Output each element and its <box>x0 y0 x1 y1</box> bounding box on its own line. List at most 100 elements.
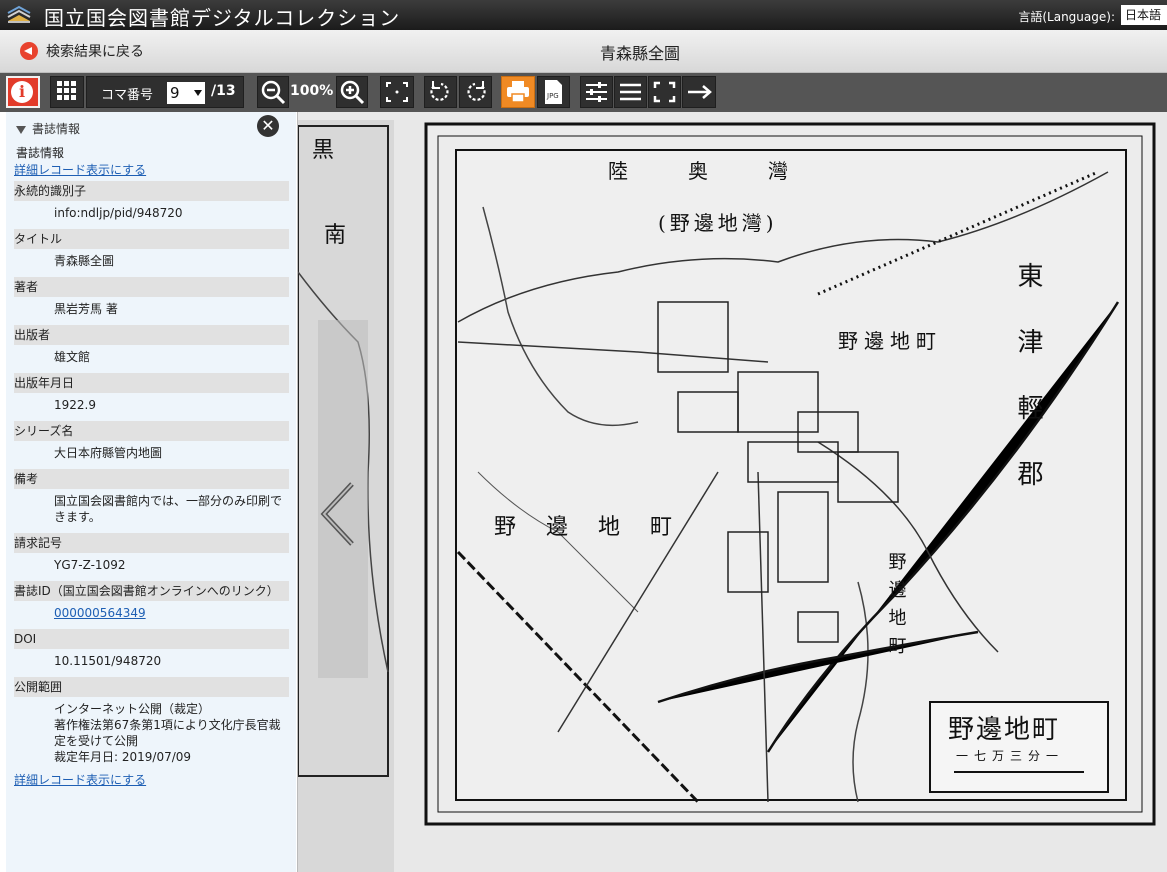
field-value: 黒岩芳馬 著 <box>14 297 289 323</box>
sliders-icon <box>586 82 607 102</box>
jpg-file-icon: JPG <box>545 80 562 104</box>
frame-number-control: コマ番号 9 /13 <box>86 76 244 108</box>
map-town-label-left: 野邊地町 <box>494 515 702 540</box>
svg-text:JPG: JPG <box>546 92 559 100</box>
field-label: 公開範囲 <box>14 677 289 697</box>
chevron-left-icon <box>320 482 354 546</box>
field-value: インターネット公開（裁定） 著作権法第67条第1項により文化庁長官裁定を受けて公開… <box>14 697 289 771</box>
field-label: 著者 <box>14 277 289 297</box>
field-value-note: 裁定年月日: 2019/07/09 <box>54 750 192 764</box>
back-arrow-icon <box>20 42 38 60</box>
language-select[interactable]: 日本語 <box>1121 5 1167 25</box>
field-value: 雄文館 <box>14 345 289 371</box>
zoom-in-icon <box>340 80 365 105</box>
detail-record-link-bottom[interactable]: 詳細レコード表示にする <box>14 771 289 789</box>
frame-number-select[interactable]: 9 <box>167 82 205 104</box>
back-to-results-label: 検索結果に戻る <box>46 44 144 60</box>
field-value: 青森縣全圖 <box>14 249 289 275</box>
map-legend-scale: 一七万三分一 <box>956 749 1064 763</box>
info-button[interactable]: i <box>6 76 40 108</box>
field-value-text: 黒岩芳馬 著 <box>54 302 118 316</box>
viewer-toolbar: i コマ番号 9 /13 JPG <box>0 73 1167 112</box>
field-value: 1922.9 <box>14 393 289 419</box>
field-value-note: 著作権法第67条第1項により文化庁長官裁定を受けて公開 <box>54 718 281 748</box>
map-legend-title: 野邊地町 <box>948 715 1060 745</box>
map-bay-title: 陸奥灣 <box>608 159 848 183</box>
field-label: 請求記号 <box>14 533 289 553</box>
rotate-left-icon <box>430 81 449 101</box>
map-scan-image[interactable]: 黒 南 陸奥灣 (野邊地灣) 野邊地町 野邊地町 野邊地町 東津輕郡 野邊地町 … <box>298 112 1167 872</box>
field-value: 大日本府縣管内地圖 <box>14 441 289 467</box>
detail-record-link-top[interactable]: 詳細レコード表示にする <box>14 161 289 179</box>
back-to-results-link[interactable]: 検索結果に戻る <box>20 41 144 61</box>
map-town-label-right: 野邊地町 <box>838 329 942 353</box>
page-direction-button[interactable] <box>682 76 716 108</box>
rotate-right-icon <box>467 81 486 101</box>
map-district-label: 東津輕郡 <box>1013 262 1043 526</box>
close-icon: ✕ <box>261 116 275 135</box>
fullscreen-icon <box>653 81 676 103</box>
field-value: 10.11501/948720 <box>14 649 289 675</box>
zoom-in-button[interactable] <box>336 76 368 108</box>
frame-number-value: 9 <box>170 84 180 102</box>
fullscreen-button[interactable] <box>648 76 681 108</box>
field-value-text: 10.11501/948720 <box>54 654 162 668</box>
triangle-down-icon <box>16 125 26 134</box>
field-value: YG7-Z-1092 <box>14 553 289 579</box>
thumbnail-grid-button[interactable] <box>50 76 84 108</box>
print-button[interactable] <box>501 76 535 108</box>
map-edge-label-2: 南 <box>324 223 346 248</box>
field-value-text: 1922.9 <box>54 398 96 412</box>
frame-total: /13 <box>211 83 236 99</box>
field-label: 永続的識別子 <box>14 181 289 201</box>
fit-screen-icon <box>386 82 408 102</box>
frame-number-label: コマ番号 <box>101 88 154 103</box>
image-viewer[interactable]: 黒 南 陸奥灣 (野邊地灣) 野邊地町 野邊地町 野邊地町 東津輕郡 野邊地町 … <box>298 112 1167 872</box>
field-value-text: YG7-Z-1092 <box>54 558 126 572</box>
field-label: 備考 <box>14 469 289 489</box>
map-town-label-center: 野邊地町 <box>886 552 907 664</box>
zoom-out-icon <box>261 80 286 105</box>
field-label: 書誌ID（国立国会図書館オンラインへのリンク） <box>14 581 289 601</box>
field-value-text: info:ndljp/pid/948720 <box>54 206 183 220</box>
app-title[interactable]: 国立国会図書館デジタルコレクション <box>44 2 400 31</box>
field-label: シリーズ名 <box>14 421 289 441</box>
printer-icon <box>507 81 529 103</box>
menu-button[interactable] <box>614 76 647 108</box>
subheader: 検索結果に戻る 青森縣全圖 <box>0 30 1167 73</box>
image-settings-button[interactable] <box>580 76 613 108</box>
app-header: 国立国会図書館デジタルコレクション 言語(Language): 日本語 <box>0 0 1167 30</box>
info-icon: i <box>11 81 33 103</box>
section-heading: 書誌情報 <box>16 146 65 160</box>
field-label: タイトル <box>14 229 289 249</box>
rotate-right-button[interactable] <box>459 76 492 108</box>
jpg-download-button[interactable]: JPG <box>537 76 570 108</box>
map-bay-subtitle: (野邊地灣) <box>658 211 778 235</box>
document-title: 青森縣全圖 <box>600 44 681 63</box>
language-label: 言語(Language): <box>1018 10 1115 24</box>
field-value-text: 大日本府縣管内地圖 <box>54 446 163 460</box>
zoom-out-button[interactable] <box>257 76 289 108</box>
field-value-text: インターネット公開（裁定） <box>54 702 211 716</box>
field-value: info:ndljp/pid/948720 <box>14 201 289 227</box>
bibliographic-details: 書誌情報 詳細レコード表示にする 永続的識別子 info:ndljp/pid/94… <box>14 145 289 789</box>
grid-icon <box>57 81 76 100</box>
rotate-left-button[interactable] <box>424 76 457 108</box>
field-value: 国立国会図書館内では、一部分のみ印刷できます。 <box>14 489 289 531</box>
field-label: DOI <box>14 629 289 649</box>
field-link[interactable]: 000000564349 <box>54 606 146 620</box>
map-edge-label-1: 黒 <box>312 138 334 163</box>
hamburger-menu-icon <box>620 83 641 101</box>
arrow-right-icon <box>688 85 712 99</box>
field-label: 出版者 <box>14 325 289 345</box>
previous-page-area[interactable] <box>318 320 368 678</box>
field-value-text: 雄文館 <box>54 350 91 364</box>
close-panel-button[interactable]: ✕ <box>257 115 279 137</box>
fit-to-window-button[interactable] <box>380 76 414 108</box>
chevron-down-icon <box>194 90 202 96</box>
field-value[interactable]: 000000564349 <box>14 601 289 627</box>
zoom-level: 100% <box>290 83 334 99</box>
bibliographic-panel-toggle[interactable]: 書誌情報 <box>16 120 80 137</box>
panel-title: 書誌情報 <box>32 122 81 136</box>
library-logo-icon <box>7 5 31 23</box>
